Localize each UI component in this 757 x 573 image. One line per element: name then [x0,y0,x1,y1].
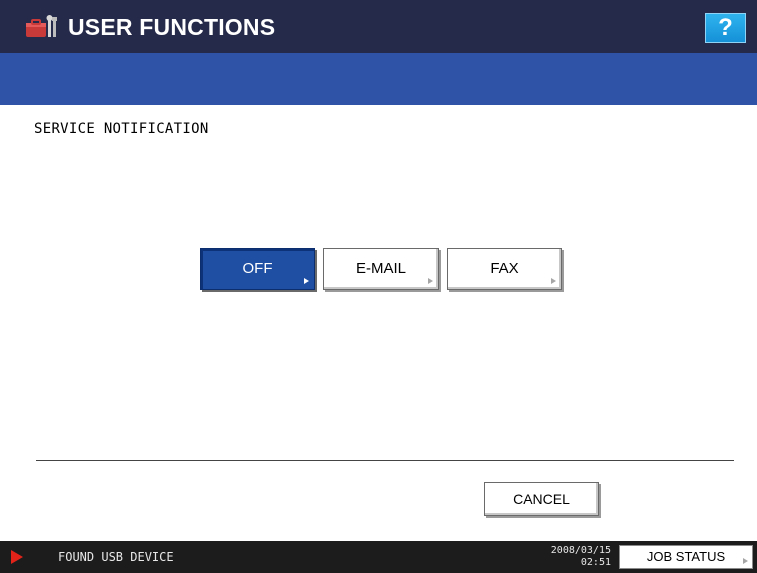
email-button[interactable]: E-MAIL [323,248,439,290]
off-button-label: OFF [242,260,273,277]
subtitle-bar [0,53,757,105]
section-heading: SERVICE NOTIFICATION [34,121,209,137]
email-button-label: E-MAIL [355,260,406,277]
status-bar: FOUND USB DEVICE 2008/03/15 02:51 JOB ST… [0,541,757,573]
time-text: 02:51 [580,557,611,568]
user-functions-icon [26,15,57,37]
arrow-icon [551,278,556,284]
status-message: FOUND USB DEVICE [58,550,174,564]
job-status-label: JOB STATUS [646,549,726,564]
help-button[interactable]: ? [705,13,746,43]
page-title: USER FUNCTIONS [68,14,276,40]
arrow-icon [304,278,309,284]
divider [36,460,734,461]
alert-play-icon [11,550,23,564]
date-text: 2008/03/15 [550,545,611,556]
fax-button-label: FAX [490,260,519,277]
job-status-button[interactable]: JOB STATUS [619,545,753,569]
datetime: 2008/03/15 02:51 [537,545,611,569]
title-bar: USER FUNCTIONS ? [0,0,757,53]
off-button[interactable]: OFF [200,248,315,290]
arrow-icon [428,278,433,284]
fax-button[interactable]: FAX [447,248,562,290]
cancel-button[interactable]: CANCEL [484,482,599,516]
arrow-icon [743,558,748,564]
